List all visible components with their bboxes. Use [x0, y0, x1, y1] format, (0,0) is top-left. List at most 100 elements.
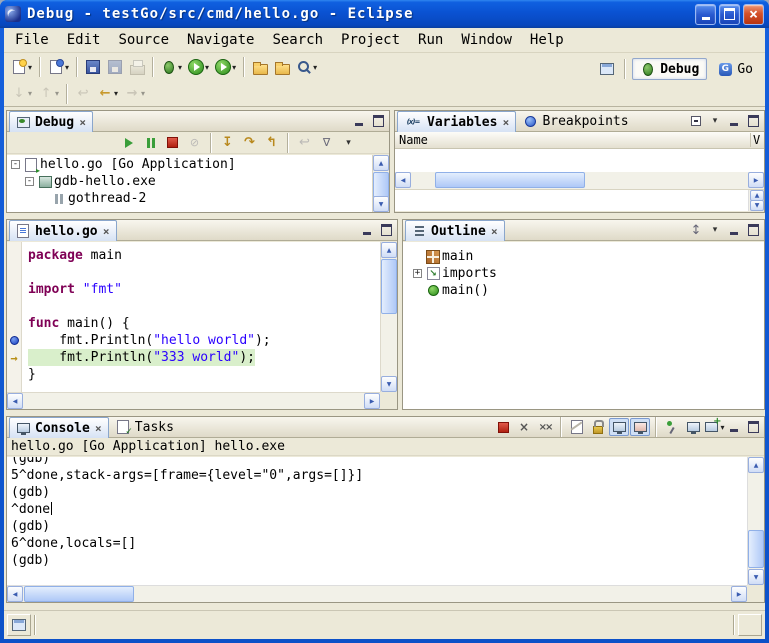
console-vertical-scrollbar[interactable]: [747, 457, 764, 585]
scroll-down-icon[interactable]: [750, 200, 764, 211]
tab-variables[interactable]: Variables: [397, 111, 516, 132]
scroll-up-icon[interactable]: [748, 457, 764, 473]
open-console-button[interactable]: ▾: [704, 418, 724, 436]
tab-hello-go[interactable]: hello.go: [9, 220, 117, 241]
code-line[interactable]: fmt.Println("333 world");: [28, 349, 380, 366]
menu-window[interactable]: Window: [452, 29, 521, 51]
prev-annotation-button[interactable]: ▾: [35, 82, 62, 105]
maximize-view-button[interactable]: [744, 113, 762, 130]
menu-search[interactable]: Search: [263, 29, 332, 51]
new-wizard-button[interactable]: ▾: [8, 56, 35, 79]
external-tools-button[interactable]: ▾: [212, 56, 239, 79]
pin-console-button[interactable]: [662, 418, 682, 436]
menu-navigate[interactable]: Navigate: [178, 29, 263, 51]
outline-tree[interactable]: main+importsmain(): [403, 242, 764, 409]
menu-project[interactable]: Project: [332, 29, 409, 51]
fast-view-bar[interactable]: [7, 614, 31, 636]
suspend-button[interactable]: [140, 133, 161, 153]
sort-button[interactable]: [687, 222, 705, 239]
menu-run[interactable]: Run: [409, 29, 452, 51]
debug-button[interactable]: ▾: [158, 56, 185, 79]
scrollbar-thumb[interactable]: [748, 530, 764, 568]
variables-horizontal-scrollbar[interactable]: [395, 172, 764, 189]
scroll-up-icon[interactable]: [373, 155, 389, 171]
tab-tasks[interactable]: Tasks: [110, 417, 179, 437]
gutter-row[interactable]: [7, 247, 21, 264]
perspective-debug[interactable]: Debug: [632, 58, 707, 80]
tree-item[interactable]: -gdb-hello.exe: [7, 173, 372, 190]
tab-debug[interactable]: Debug: [9, 111, 93, 132]
scrollbar-thumb[interactable]: [381, 259, 397, 314]
variables-tree-area[interactable]: [395, 149, 764, 172]
code-line[interactable]: fmt.Println("hello world");: [28, 332, 380, 349]
scrollbar-thumb[interactable]: [435, 172, 585, 188]
minimize-view-button[interactable]: [725, 419, 743, 436]
show-stderr-button[interactable]: [630, 418, 650, 436]
collapse-toggle-icon[interactable]: -: [11, 160, 20, 169]
back-button[interactable]: ▾: [94, 82, 121, 105]
save-button[interactable]: [82, 56, 104, 79]
disconnect-button[interactable]: [184, 133, 205, 153]
gutter-row[interactable]: [7, 332, 21, 349]
gutter-row[interactable]: [7, 264, 21, 281]
gutter-row[interactable]: [7, 366, 21, 383]
scroll-left-icon[interactable]: [395, 172, 411, 188]
code-line[interactable]: import "fmt": [28, 281, 380, 298]
menu-help[interactable]: Help: [521, 29, 573, 51]
editor-gutter[interactable]: →: [7, 242, 22, 392]
tab-outline[interactable]: Outline: [405, 220, 505, 241]
scroll-down-icon[interactable]: [381, 376, 397, 392]
tree-item[interactable]: gothread-2: [7, 190, 372, 207]
close-tab-icon[interactable]: [78, 118, 87, 127]
minimize-view-button[interactable]: [358, 222, 376, 239]
new-go-element-button[interactable]: ▾: [45, 56, 72, 79]
minimize-view-button[interactable]: [725, 113, 743, 130]
maximize-view-button[interactable]: [369, 113, 387, 130]
scroll-down-icon[interactable]: [748, 569, 764, 585]
gutter-row[interactable]: [7, 281, 21, 298]
variables-detail-pane[interactable]: [395, 189, 764, 211]
scroll-lock-button[interactable]: [588, 418, 608, 436]
code-line[interactable]: package main: [28, 247, 380, 264]
terminate-console-button[interactable]: [493, 418, 513, 436]
view-menu-button[interactable]: [706, 222, 724, 239]
open-perspective-button[interactable]: [596, 58, 618, 81]
view-menu-button[interactable]: [338, 133, 359, 153]
scrollbar-thumb[interactable]: [24, 586, 134, 602]
search-button[interactable]: ▾: [293, 56, 320, 79]
debug-tree[interactable]: -hello.go [Go Application]-gdb-hello.exe…: [7, 155, 372, 212]
scrollbar-thumb[interactable]: [373, 172, 389, 198]
editor-code[interactable]: package main import "fmt" func main() { fm…: [22, 242, 380, 392]
gutter-row[interactable]: [7, 298, 21, 315]
breakpoint-marker-icon[interactable]: [10, 336, 19, 345]
title-bar[interactable]: Debug - testGo/src/cmd/hello.go - Eclips…: [0, 0, 769, 28]
scroll-left-icon[interactable]: [7, 393, 23, 409]
close-tab-icon[interactable]: [94, 424, 103, 433]
step-return-button[interactable]: [261, 133, 282, 153]
scroll-left-icon[interactable]: [7, 586, 23, 602]
scroll-right-icon[interactable]: [748, 172, 764, 188]
gutter-row[interactable]: →: [7, 349, 21, 366]
minimize-button[interactable]: [695, 4, 716, 25]
menu-file[interactable]: File: [6, 29, 58, 51]
detail-pane-scrollbar[interactable]: [748, 190, 764, 211]
remove-launch-button[interactable]: [514, 418, 534, 436]
scroll-up-icon[interactable]: [381, 242, 397, 258]
column-value[interactable]: V: [750, 133, 764, 147]
collapse-toggle-icon[interactable]: -: [25, 177, 34, 186]
drop-to-frame-button[interactable]: [294, 133, 315, 153]
close-button[interactable]: [743, 4, 764, 25]
collapse-all-button[interactable]: [687, 113, 705, 130]
remove-all-launches-button[interactable]: [535, 418, 555, 436]
last-edit-location-button[interactable]: [72, 82, 94, 105]
minimize-view-button[interactable]: [350, 113, 368, 130]
tab-console[interactable]: Console: [9, 417, 109, 438]
code-line[interactable]: func main() {: [28, 315, 380, 332]
code-line[interactable]: [28, 298, 380, 315]
column-name[interactable]: Name: [395, 133, 750, 147]
print-button[interactable]: [126, 56, 148, 79]
code-line[interactable]: [28, 264, 380, 281]
minimize-view-button[interactable]: [725, 222, 743, 239]
code-line[interactable]: }: [28, 366, 380, 383]
terminate-button[interactable]: [162, 133, 183, 153]
